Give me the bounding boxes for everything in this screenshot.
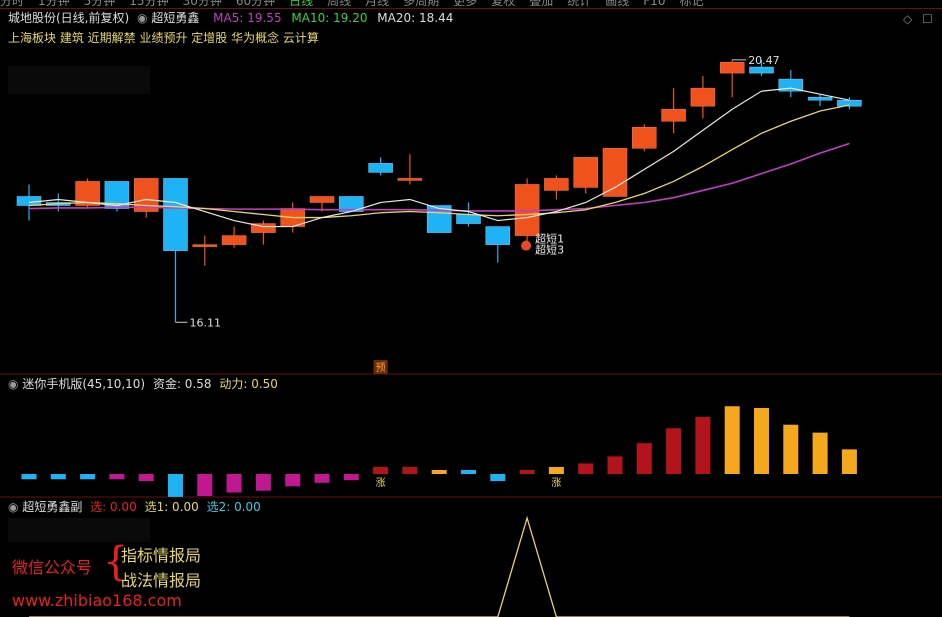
sub1-bar [607,456,623,474]
watermark-wechat: 微信公众号 [12,558,93,577]
zhang-mark: 涨 [551,477,561,489]
candle-body [690,87,716,107]
sub1-bar [373,466,389,474]
sub2-header: ◉ 超短勇鑫副 选: 0.00 选1: 0.00 选2: 0.00 [8,499,261,515]
concept-tags: 上海板块 建筑 近期解禁 业绩预升 定增股 华为概念 云计算 [8,31,319,45]
sub2-title: 超短勇鑫副 [22,500,83,514]
candle-body [661,108,686,122]
sub1-bar [255,474,271,491]
candle-body [192,244,218,247]
sub1-bar [80,474,96,480]
sub1-header: ◉ 迷你手机版(45,10,10) 资金: 0.58 动力: 0.50 [8,376,278,392]
stock-label: 城地股份(日线,前复权) [8,11,130,25]
sub1-bar [109,474,125,480]
sub1-bar [402,466,418,474]
candle-body [368,163,393,173]
watermark-line2: 战法情报局 [121,571,202,590]
sub1-bar [666,428,682,474]
yu-badge-text: 预 [376,362,386,374]
xuan2-label: 选2: 0.00 [206,500,261,514]
sub1-bar [168,474,183,497]
watermark-url: www.zhibiao168.com [12,591,182,610]
candle-body [309,196,335,203]
candle-body [397,178,423,181]
sub1-bar [226,474,242,493]
sub1-bar [754,408,769,474]
sub1-bar [578,463,594,474]
candle-body [485,226,511,245]
sub1-bar [490,474,506,482]
watermark-line1: 指标情报局 [121,546,202,565]
signal-marker [521,240,532,251]
sub1-bar [812,432,828,474]
candle-body [719,62,745,74]
ma10-label: MA10: 19.20 [291,11,368,25]
candle-body [16,196,42,206]
sub1-bar [343,474,359,481]
sub1-bar [461,470,476,474]
max-price-label: 20.47 [748,54,780,67]
mask-block [8,66,150,94]
sub1-bar [21,474,37,480]
candle-body [807,96,833,101]
sub1-bar [724,406,740,474]
min-price-label: 16.11 [190,316,222,329]
chart-canvas[interactable]: 20.4716.11超短1超短3预涨涨 [0,0,942,617]
settings-icon[interactable]: ◉ [137,11,147,25]
sub1-bar [783,424,799,474]
signal-label-2: 超短3 [535,243,564,257]
candle-body [573,157,598,188]
xuan-label: 选: 0.00 [90,500,137,514]
dongli-label: 动力: 0.50 [219,377,278,391]
xuan1-label: 选1: 0.00 [144,500,199,514]
close-icon[interactable]: ☐ [922,12,933,26]
indicator-name: 超短勇鑫 [151,11,200,25]
candle-body [749,66,774,74]
candle-body [163,178,188,251]
zhang-mark: 涨 [376,477,386,489]
candle-body [632,127,657,149]
sub1-bar [519,470,535,474]
zijin-label: 资金: 0.58 [152,377,212,391]
expand-icon[interactable]: ◇ [903,12,912,26]
sub1-bar [695,416,711,474]
sub1-bar [314,474,330,483]
sub1-bar [841,449,857,474]
candle-body [544,178,569,191]
candle-body [456,214,481,224]
candle-body [221,235,247,245]
mask-block [8,518,150,542]
sub2-settings-icon[interactable]: ◉ [8,500,18,514]
ma20-label: MA20: 18.44 [377,11,454,25]
sub1-title: 迷你手机版(45,10,10) [22,377,146,391]
top-border [0,8,942,9]
sub1-bar [636,443,652,474]
ma5-label: MA5: 19.55 [213,11,282,25]
app-window: 分时1分钟5分钟15分钟30分钟60分钟日线周线月线多周期更多复权叠加统计画线F… [0,0,942,617]
sub1-bar [431,470,447,474]
sub1-bar [548,466,564,474]
sub1-bar [138,474,154,482]
main-panel-header: 城地股份(日线,前复权) ◉ 超短勇鑫 MA5: 19.55 MA10: 19.… [8,10,453,26]
sub1-bar [197,474,213,496]
candle-body [602,148,628,197]
sub1-bar [285,474,301,487]
sub1-settings-icon[interactable]: ◉ [8,377,18,391]
sub1-bar [50,474,66,480]
